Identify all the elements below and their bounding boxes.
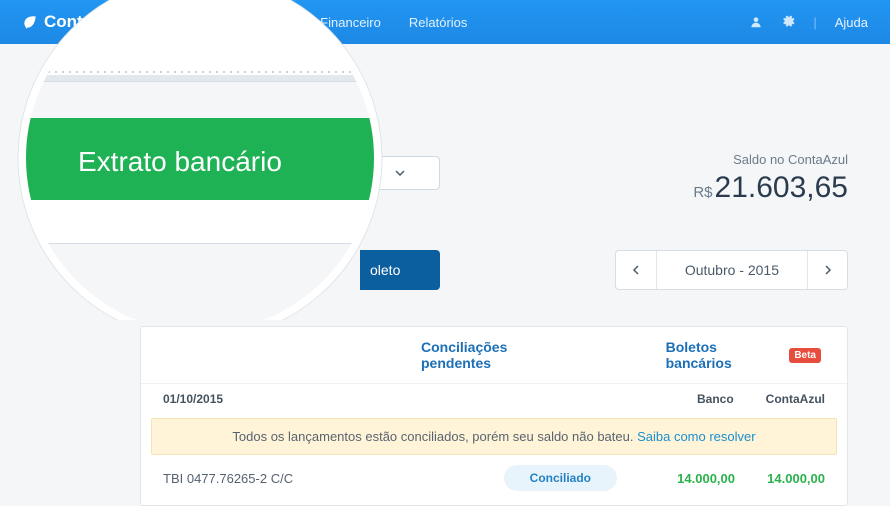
- col-bank: Banco: [697, 392, 734, 406]
- tab-boletos[interactable]: Boletos bancários Beta: [666, 339, 821, 371]
- chevron-left-icon: [632, 265, 640, 275]
- txn-status-pill[interactable]: Conciliado: [504, 465, 617, 491]
- tab-pending[interactable]: Conciliações pendentes: [421, 339, 576, 371]
- notice-text: Todos os lançamentos estão conciliados, …: [232, 429, 637, 444]
- col-contaazul: ContaAzul: [766, 392, 825, 406]
- balance-value: 21.603,65: [715, 171, 848, 204]
- period-next-button[interactable]: [807, 251, 847, 289]
- gear-icon[interactable]: [781, 15, 795, 29]
- user-icon[interactable]: [749, 15, 763, 29]
- balance-block: Saldo no ContaAzul R$21.603,65: [693, 152, 848, 205]
- period-selector: Outubro - 2015: [615, 250, 848, 290]
- chevron-right-icon: [824, 265, 832, 275]
- panel-tabs: Conciliações pendentes Boletos bancários…: [141, 327, 847, 383]
- table-row: TBI 0477.76265-2 C/C Conciliado 14.000,0…: [141, 455, 847, 505]
- notice-resolve-link[interactable]: Saiba como resolver: [637, 429, 756, 444]
- period-label[interactable]: Outubro - 2015: [656, 251, 807, 289]
- nav-help[interactable]: Ajuda: [835, 15, 868, 30]
- table-header-row: 01/10/2015 Banco ContaAzul: [141, 383, 847, 414]
- period-prev-button[interactable]: [616, 251, 656, 289]
- beta-badge: Beta: [789, 348, 821, 363]
- balance-amount: R$21.603,65: [693, 171, 848, 205]
- nav-separator: |: [813, 15, 816, 30]
- lens-title: Extrato bancário: [78, 146, 282, 178]
- magnifier-overlay: Extrato bancário: [0, 0, 400, 320]
- balance-label: Saldo no ContaAzul: [693, 152, 848, 167]
- nav-link-relatorios[interactable]: Relatórios: [409, 15, 468, 30]
- txn-bank-amount: 14.000,00: [645, 471, 735, 486]
- txn-ca-amount: 14.000,00: [735, 471, 825, 486]
- reconciliation-panel: Conciliações pendentes Boletos bancários…: [140, 326, 848, 506]
- balance-mismatch-notice: Todos os lançamentos estão conciliados, …: [151, 418, 837, 455]
- txn-description: TBI 0477.76265-2 C/C: [163, 471, 476, 486]
- table-date: 01/10/2015: [163, 392, 223, 406]
- tab-boletos-label: Boletos bancários: [666, 339, 782, 371]
- nav-right: | Ajuda: [749, 15, 868, 30]
- balance-currency: R$: [693, 184, 712, 201]
